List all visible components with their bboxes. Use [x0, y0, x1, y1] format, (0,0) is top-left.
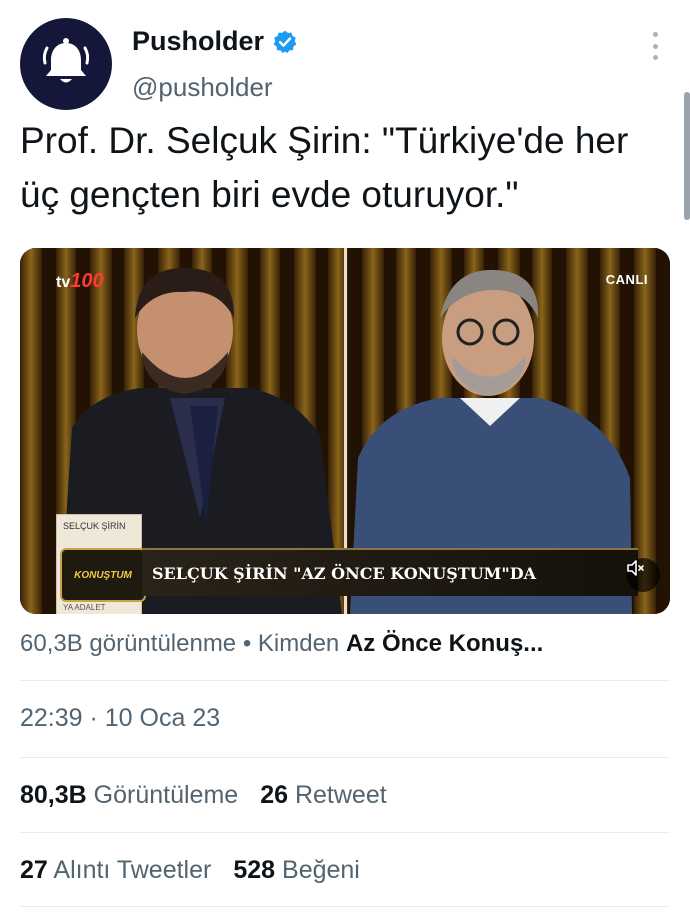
quotes-stat[interactable]: 27 Alıntı Tweetler [20, 856, 211, 884]
tweet-timestamp[interactable]: 22:39 · 10 Oca 23 [20, 704, 220, 733]
quotes-label: Alıntı Tweetler [53, 856, 212, 884]
author-name[interactable]: Pusholder [132, 26, 298, 57]
tweet-text: Prof. Dr. Selçuk Şirin: "Türkiye'de her … [20, 120, 629, 215]
likes-stat[interactable]: 528 Beğeni [233, 856, 360, 884]
mute-button[interactable] [626, 558, 660, 592]
video-views: 60,3B görüntülenme [20, 630, 237, 657]
likes-label: Beğeni [282, 856, 360, 884]
stats-row: 27 Alıntı Tweetler 528 Beğeni [20, 856, 360, 885]
source-link[interactable]: Az Önce Konuş... [346, 630, 543, 657]
quotes-count: 27 [20, 856, 48, 884]
show-logo: KONUŞTUM [60, 548, 146, 602]
author-name-label: Pusholder [132, 26, 265, 56]
from-label: Kimden [257, 630, 340, 657]
divider [20, 757, 670, 758]
views-stat[interactable]: 80,3B Görüntüleme [20, 781, 238, 809]
live-badge: CANLI [605, 272, 648, 287]
retweets-stat[interactable]: 26 Retweet [260, 781, 386, 809]
show-logo-text: KONUŞTUM [74, 569, 132, 581]
bell-icon [42, 38, 90, 83]
divider [20, 906, 670, 907]
avatar[interactable] [20, 18, 112, 110]
more-vertical-icon[interactable] [648, 32, 662, 60]
views-label: Görüntüleme [93, 781, 239, 809]
video-meta: 60,3B görüntülenme • Kimden Az Önce Konu… [20, 630, 670, 658]
scrollbar[interactable] [684, 92, 690, 220]
likes-count: 528 [233, 856, 276, 884]
book-title: SELÇUK ŞİRİN [63, 521, 126, 531]
lower-third-text: SELÇUK ŞİRİN "AZ ÖNCE KONUŞTUM"DA [152, 563, 536, 583]
retweets-count: 26 [260, 781, 289, 809]
stats-row: 80,3B Görüntüleme 26 Retweet [20, 781, 387, 810]
channel-logo-number: 100 [70, 270, 104, 292]
author-handle[interactable]: @pusholder [132, 72, 273, 103]
retweets-label: Retweet [294, 781, 387, 809]
divider [20, 832, 670, 833]
channel-logo: tv100 [56, 270, 104, 293]
divider [20, 680, 670, 681]
book-subtitle: YA ADALET [63, 603, 106, 612]
lower-third-caption: SELÇUK ŞİRİN "AZ ÖNCE KONUŞTUM"DA [142, 548, 638, 596]
views-count: 80,3B [20, 781, 87, 809]
speaker-muted-icon [627, 560, 644, 576]
video-player[interactable]: tv100 CANLI SELÇUK ŞİRİN YA ADALET KONUŞ… [20, 248, 670, 614]
meta-separator: • [242, 630, 252, 657]
verified-badge-icon [273, 30, 297, 53]
channel-logo-prefix: tv [56, 274, 71, 291]
